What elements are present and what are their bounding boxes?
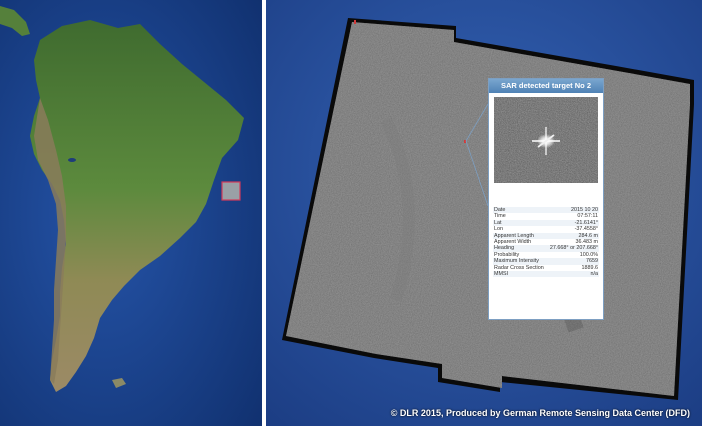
attribute-row: MMSI n/a (493, 271, 599, 278)
popup-title: SAR detected target No 2 (489, 79, 603, 93)
south-america-map[interactable] (0, 0, 262, 426)
target-info-popup[interactable]: SAR detected target No 2 Date 2015 10 20… (488, 78, 604, 320)
attribute-value: 27.668° or 207.668° (549, 245, 598, 252)
copyright-notice: © DLR 2015, Produced by German Remote Se… (390, 408, 690, 418)
target-thumbnail-svg (494, 97, 598, 183)
sar-scene-svg (266, 0, 702, 426)
target-thumbnail (494, 97, 598, 183)
attribute-label: MMSI (494, 271, 509, 278)
lake (68, 158, 76, 162)
satellite-map-svg (0, 0, 262, 426)
target-attributes-table: Date 2015 10 20 Time 07:57:11 Lat -21.6141° Lo… (493, 207, 599, 278)
attribute-value: n/a (590, 271, 599, 278)
attribute-label: Maximum Intensity (494, 258, 539, 265)
corner-marker (354, 20, 356, 24)
target-marker[interactable] (464, 140, 466, 143)
sar-scene-footprint[interactable] (221, 181, 241, 201)
sar-image-view[interactable] (266, 0, 702, 426)
